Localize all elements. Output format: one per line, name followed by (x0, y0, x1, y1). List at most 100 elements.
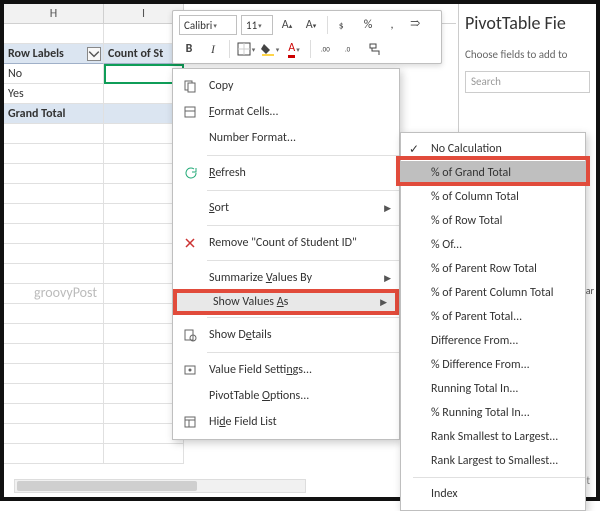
sub-parent-column-total[interactable]: % of Parent Column Total (401, 281, 585, 305)
blank-icon (185, 293, 203, 311)
menu-hide-label: Hide Field List (209, 415, 381, 429)
horizontal-scrollbar[interactable] (14, 479, 306, 493)
menu-show-values-as[interactable]: Show Values As ▶ (173, 289, 399, 315)
rowlabels-header[interactable]: Row Labels (4, 44, 104, 64)
sub-rank-smallest[interactable]: Rank Smallest to Largest... (401, 425, 585, 449)
menu-number-format-label: Number Format... (209, 131, 381, 145)
format-painter-icon[interactable] (365, 39, 385, 59)
col-header-H[interactable]: H (4, 4, 104, 23)
menu-sort[interactable]: Sort ▶ (173, 195, 399, 221)
sub-label: % of Parent Row Total (431, 262, 537, 276)
sub-label: Difference From... (431, 334, 518, 348)
refresh-icon (181, 164, 199, 182)
sub-index[interactable]: Index (401, 482, 585, 506)
menu-copy[interactable]: Copy (173, 73, 399, 99)
sub-rank-largest[interactable]: Rank Largest to Smallest... (401, 449, 585, 473)
menu-format-cells-label: Format Cells... (209, 105, 381, 119)
sub-row-total[interactable]: % of Row Total (401, 209, 585, 233)
show-values-as-submenu: ✓ No Calculation % of Grand Total % of C… (400, 132, 586, 511)
sub-percent-of[interactable]: % Of... (401, 233, 585, 257)
decrease-font-icon[interactable]: A▾ (301, 15, 321, 35)
percent-format-icon[interactable]: % (358, 15, 378, 35)
sub-label: % Of... (431, 238, 462, 252)
sub-percent-running-total[interactable]: % Running Total In... (401, 401, 585, 425)
accounting-format-icon[interactable]: $ (334, 15, 354, 35)
format-cells-icon (181, 103, 199, 121)
increase-decimal-icon[interactable]: .00 (317, 39, 337, 59)
pane-title: PivotTable Fie (465, 12, 590, 34)
pane-subtitle: Choose fields to add to (465, 48, 590, 61)
svg-text:$: $ (339, 20, 344, 32)
menu-format-cells[interactable]: Format Cells... (173, 99, 399, 125)
sub-running-total[interactable]: Running Total In... (401, 377, 585, 401)
menu-remove-label: Remove "Count of Student ID" (209, 236, 381, 250)
increase-font-icon[interactable]: A▴ (277, 15, 297, 35)
menu-remove[interactable]: Remove "Count of Student ID" (173, 230, 399, 256)
sub-column-total[interactable]: % of Column Total (401, 185, 585, 209)
menu-pivottable-options[interactable]: PivotTable Options... (173, 383, 399, 409)
menu-hide-field-list[interactable]: Hide Field List (173, 409, 399, 435)
svg-text:.00: .00 (321, 45, 330, 54)
sub-label: No Calculation (431, 142, 502, 156)
menu-show-details[interactable]: Show Details (173, 322, 399, 348)
font-color-icon[interactable]: A▾ (284, 39, 304, 59)
menu-value-field-settings[interactable]: Value Field Settings... (173, 357, 399, 383)
rowlabels-filter-dropdown[interactable] (87, 47, 101, 61)
sub-difference-from[interactable]: Difference From... (401, 329, 585, 353)
svg-text:.0: .0 (345, 45, 351, 54)
menu-summarize-label: Summarize Values By (209, 271, 381, 285)
sub-label: Rank Smallest to Largest... (431, 430, 558, 444)
blank-icon (181, 199, 199, 217)
scrollbar-thumb[interactable] (17, 481, 197, 491)
sub-percent-difference[interactable]: % Difference From... (401, 353, 585, 377)
borders-icon[interactable]: ▾ (236, 39, 256, 59)
blank-icon (181, 269, 199, 287)
font-selector[interactable]: Calibri▾ (179, 15, 237, 35)
copy-icon (181, 77, 199, 95)
sub-label: Rank Largest to Smallest... (431, 454, 558, 468)
show-details-icon (181, 326, 199, 344)
decrease-decimal-icon[interactable] (406, 15, 426, 35)
decrease-decimal-icon2[interactable]: .0 (341, 39, 361, 59)
rowlabels-text: Row Labels (8, 47, 64, 61)
menu-refresh[interactable]: Refresh (173, 160, 399, 186)
sub-label: % Running Total In... (431, 406, 530, 420)
sub-label: Index (431, 487, 458, 501)
check-icon: ✓ (409, 142, 419, 157)
menu-pto-label: PivotTable Options... (209, 389, 381, 403)
remove-icon (181, 234, 199, 252)
mini-toolbar: Calibri▾ 11▾ A▴ A▾ $ % , B I ▾ ▾ A▾ .00 … (172, 10, 442, 64)
context-menu: Copy Format Cells... Number Format... Re… (172, 68, 400, 440)
fill-color-icon[interactable]: ▾ (260, 39, 280, 59)
font-size: 11 (246, 19, 257, 32)
font-size-selector[interactable]: 11▾ (241, 15, 273, 35)
sub-parent-row-total[interactable]: % of Parent Row Total (401, 257, 585, 281)
submenu-arrow-icon: ▶ (384, 273, 391, 284)
menu-summarize[interactable]: Summarize Values By ▶ (173, 265, 399, 291)
sub-parent-total[interactable]: % of Parent Total... (401, 305, 585, 329)
sub-label: % of Column Total (431, 190, 519, 204)
menu-refresh-label: Refresh (209, 166, 381, 180)
menu-copy-label: Copy (209, 79, 381, 93)
sub-no-calculation[interactable]: ✓ No Calculation (401, 137, 585, 161)
menu-show-details-label: Show Details (209, 328, 381, 342)
italic-button[interactable]: I (203, 39, 223, 59)
bold-button[interactable]: B (179, 39, 199, 59)
submenu-arrow-icon: ▶ (380, 297, 387, 308)
sub-label: % of Grand Total (431, 166, 511, 180)
sub-label: % of Parent Column Total (431, 286, 553, 300)
comma-format-icon[interactable]: , (382, 15, 402, 35)
sub-label: % of Parent Total... (431, 310, 522, 324)
sub-label: Running Total In... (431, 382, 518, 396)
submenu-arrow-icon: ▶ (384, 203, 391, 214)
sub-label: % of Row Total (431, 214, 502, 228)
menu-number-format[interactable]: Number Format... (173, 125, 399, 151)
menu-vfs-label: Value Field Settings... (209, 363, 381, 377)
row-yes[interactable]: Yes (4, 84, 104, 104)
sub-grand-total[interactable]: % of Grand Total (401, 161, 585, 185)
row-no[interactable]: No (4, 64, 104, 84)
watermark: groovyPost (34, 284, 97, 301)
grand-total-label[interactable]: Grand Total (4, 104, 104, 124)
fields-search-input[interactable]: Search (465, 71, 590, 93)
blank-icon (181, 387, 199, 405)
